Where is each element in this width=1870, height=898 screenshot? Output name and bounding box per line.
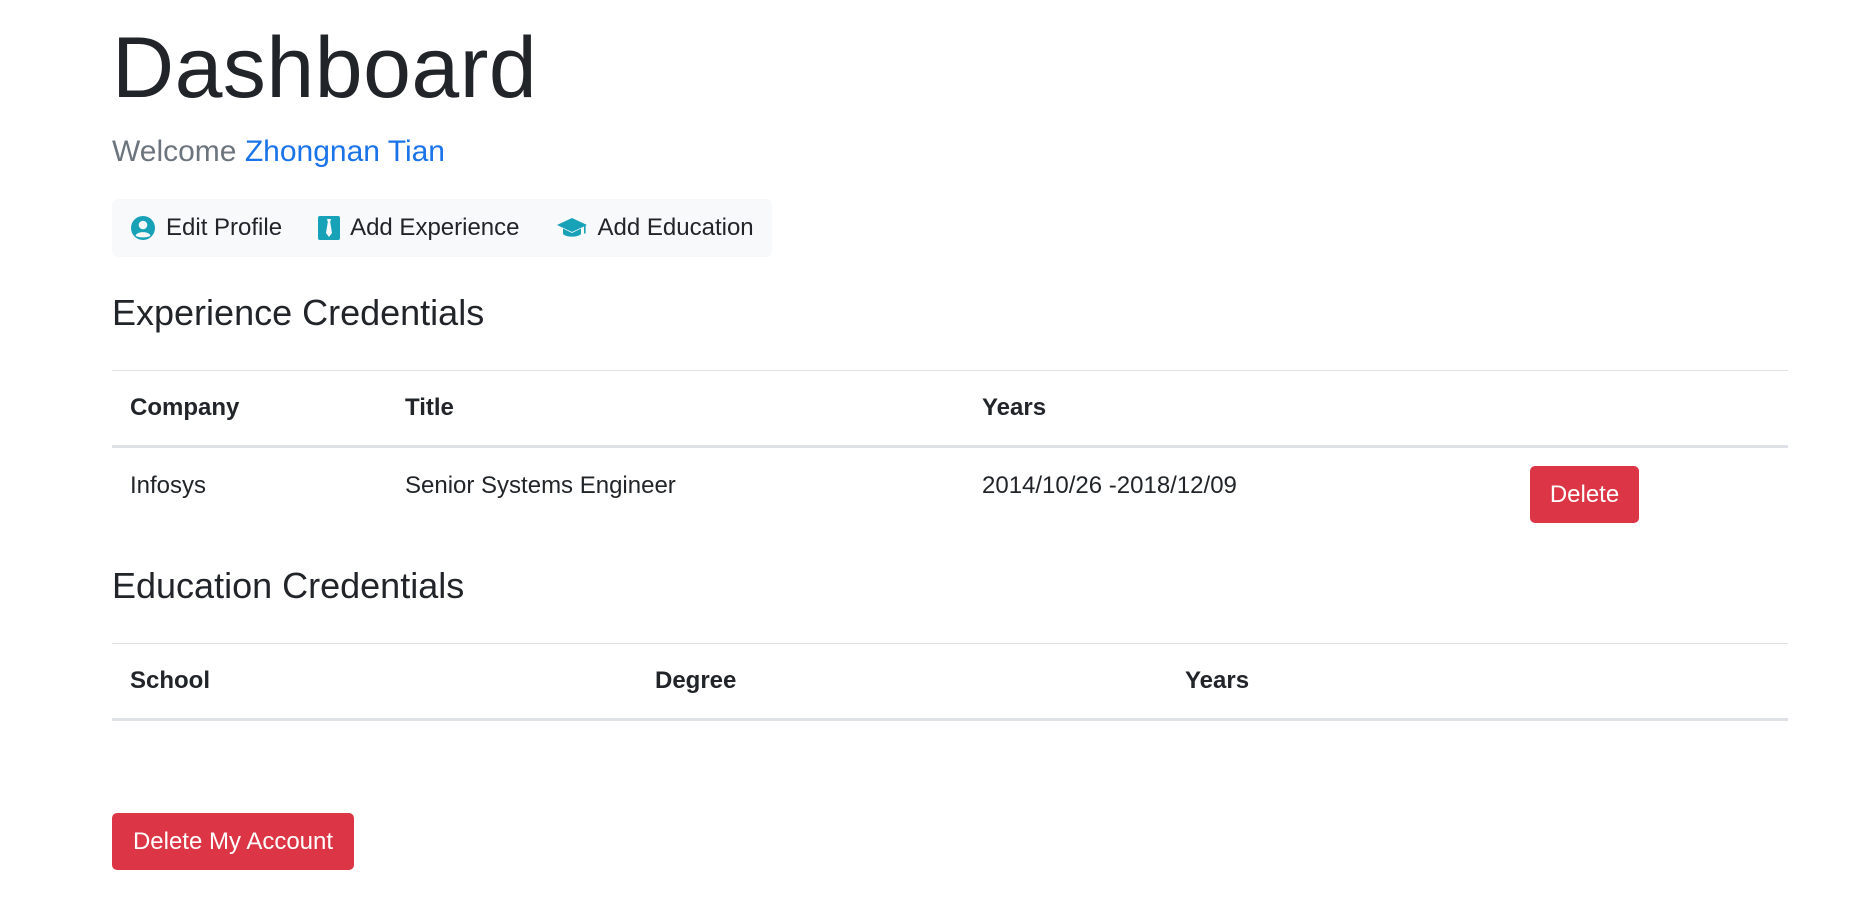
dashboard-actions: Edit Profile Add Experience Add Educatio… xyxy=(112,199,772,257)
column-header-title: Title xyxy=(387,370,964,448)
experience-actions-cell: Delete xyxy=(1512,447,1788,525)
experience-header-row: Company Title Years xyxy=(112,370,1788,448)
experience-section-title: Experience Credentials xyxy=(112,292,485,333)
column-header-actions xyxy=(1512,370,1788,448)
column-header-years: Years xyxy=(964,370,1512,448)
column-header-school: School xyxy=(112,643,637,721)
user-circle-icon xyxy=(130,215,156,241)
graduation-cap-icon xyxy=(556,216,588,240)
column-header-years: Years xyxy=(1167,643,1788,721)
page-title: Dashboard xyxy=(112,20,538,116)
welcome-line: Welcome Zhongnan Tian xyxy=(112,134,445,170)
edit-profile-button[interactable]: Edit Profile xyxy=(130,214,282,242)
welcome-prefix: Welcome xyxy=(112,135,237,168)
table-row: Infosys Senior Systems Engineer 2014/10/… xyxy=(112,447,1788,525)
delete-account-button[interactable]: Delete My Account xyxy=(112,813,354,870)
education-table: School Degree Years xyxy=(112,643,1788,721)
education-header-row: School Degree Years xyxy=(112,643,1788,721)
experience-years-cell: 2014/10/26 -2018/12/09 xyxy=(982,472,1237,499)
add-education-button[interactable]: Add Education xyxy=(556,214,754,242)
add-experience-label: Add Experience xyxy=(350,214,520,241)
tie-icon xyxy=(318,216,341,240)
user-name-link[interactable]: Zhongnan Tian xyxy=(245,135,445,168)
add-experience-button[interactable]: Add Experience xyxy=(318,214,520,242)
education-section-title: Education Credentials xyxy=(112,565,465,606)
experience-title-cell: Senior Systems Engineer xyxy=(405,472,676,499)
add-education-label: Add Education xyxy=(597,214,754,241)
column-header-degree: Degree xyxy=(637,643,1167,721)
delete-experience-button[interactable]: Delete xyxy=(1530,466,1639,523)
edit-profile-label: Edit Profile xyxy=(166,214,283,241)
experience-table: Company Title Years Infosys Senior Syste… xyxy=(112,370,1788,525)
experience-company-cell: Infosys xyxy=(130,472,207,499)
column-header-company: Company xyxy=(112,370,387,448)
